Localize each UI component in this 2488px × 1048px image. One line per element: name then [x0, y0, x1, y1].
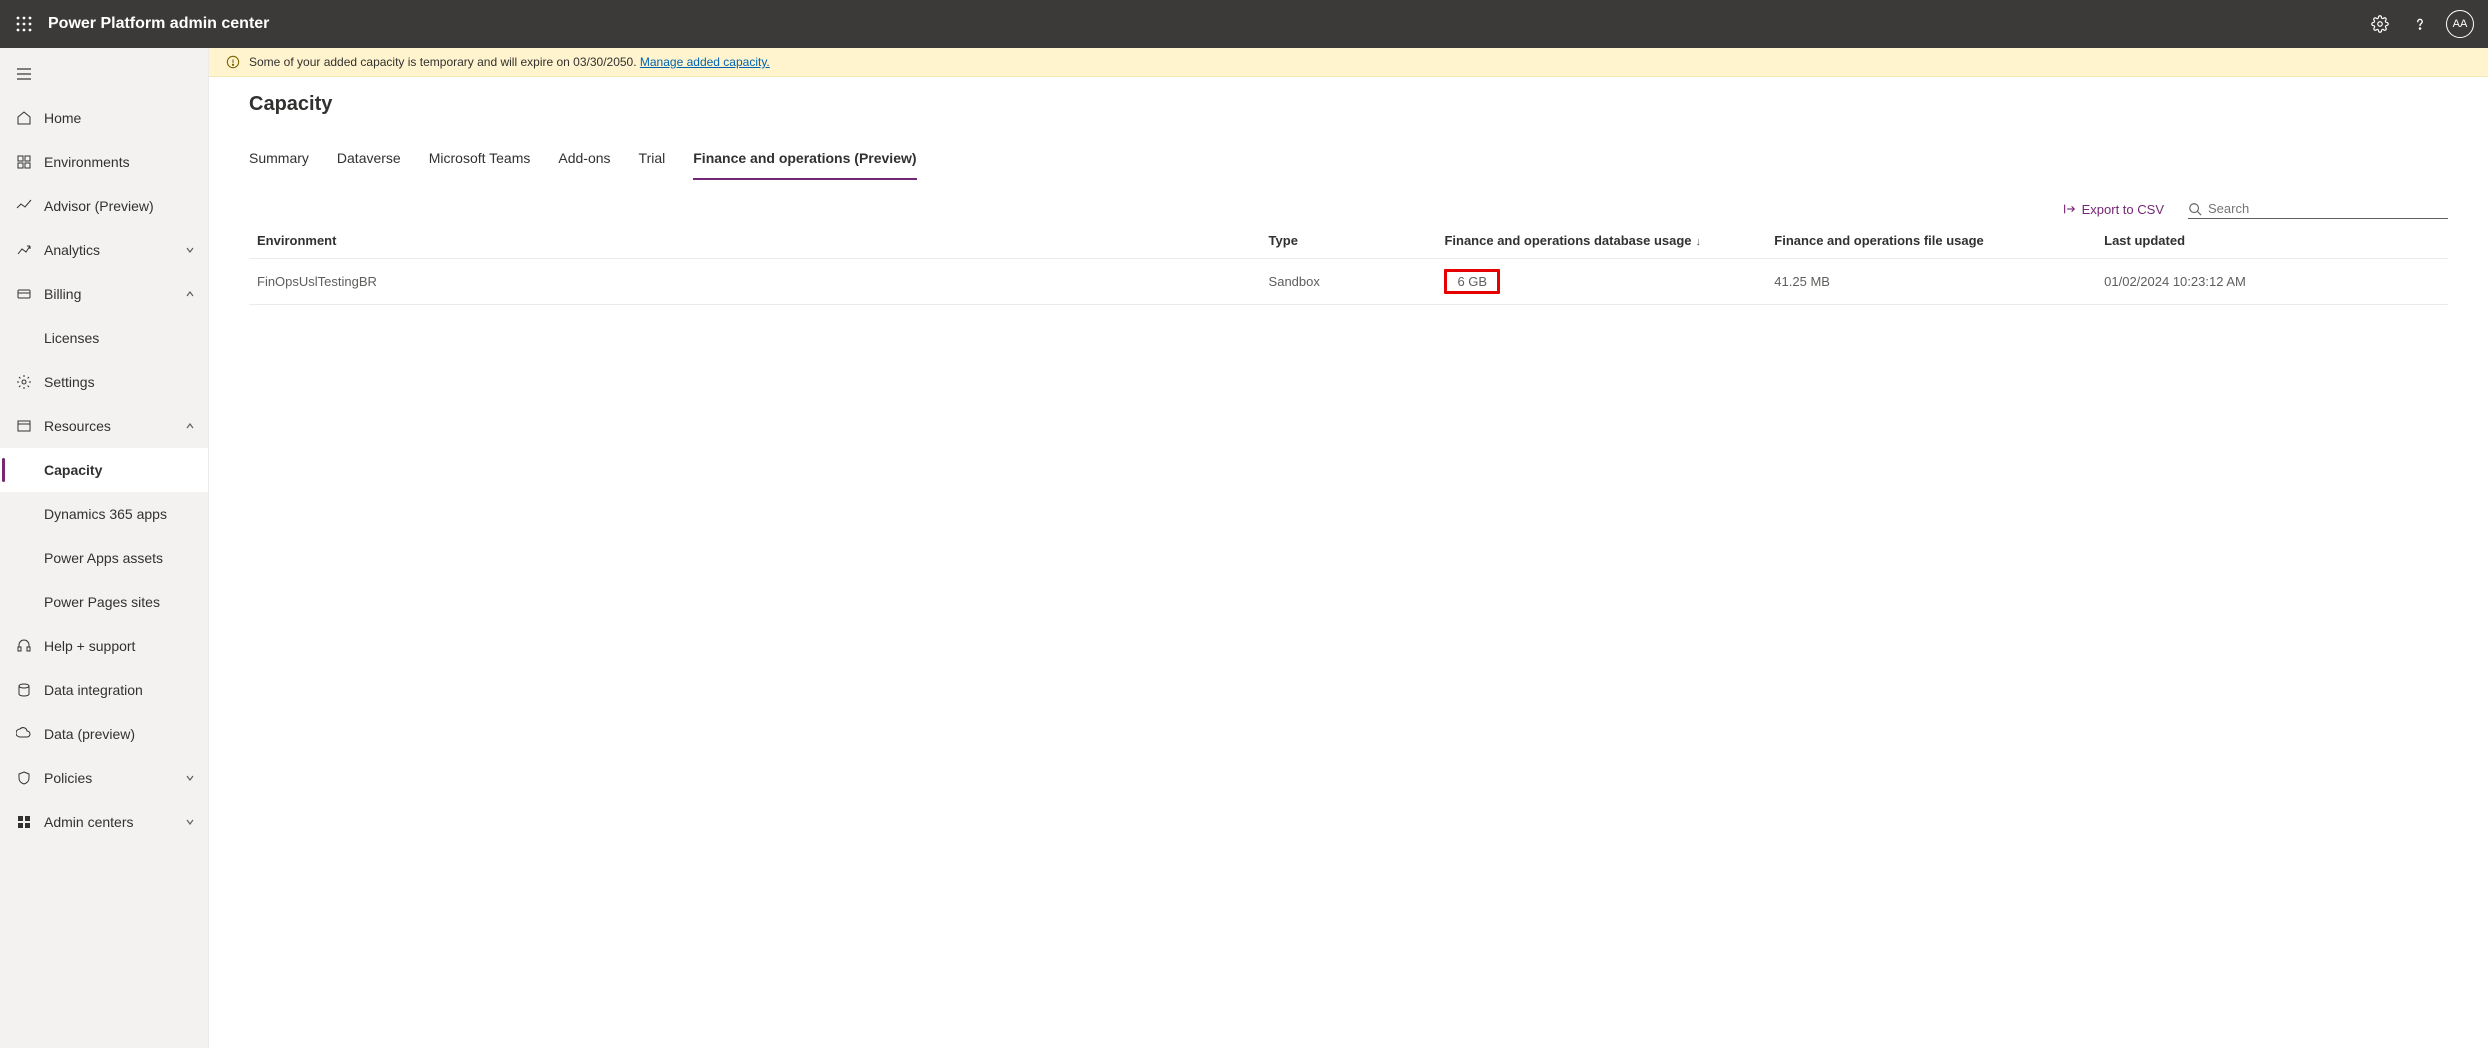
sidebar-item-label: Analytics: [44, 242, 184, 258]
export-icon: [2062, 202, 2076, 216]
col-db-usage[interactable]: Finance and operations database usage↓: [1436, 223, 1766, 259]
banner-text: Some of your added capacity is temporary…: [249, 55, 640, 69]
chevron-up-icon: [184, 288, 196, 300]
sidebar-item-label: Resources: [44, 418, 184, 434]
col-last-updated[interactable]: Last updated: [2096, 223, 2448, 259]
headset-icon: [16, 638, 32, 654]
sidebar-item-help[interactable]: Help + support: [0, 624, 208, 668]
cell-type: Sandbox: [1261, 259, 1437, 305]
sidebar-item-label: Advisor (Preview): [44, 198, 196, 214]
tabs: Summary Dataverse Microsoft Teams Add-on…: [249, 142, 2448, 181]
sidebar-item-label: Home: [44, 110, 196, 126]
chevron-up-icon: [184, 420, 196, 432]
sidebar-item-admin-centers[interactable]: Admin centers: [0, 800, 208, 844]
chevron-down-icon: [184, 772, 196, 784]
highlighted-value: 6 GB: [1444, 269, 1500, 294]
admin-centers-icon: [16, 814, 32, 830]
export-label: Export to CSV: [2082, 202, 2164, 217]
sidebar-item-label: Data integration: [44, 682, 196, 698]
tab-teams[interactable]: Microsoft Teams: [429, 142, 531, 180]
data-preview-icon: [16, 726, 32, 742]
sidebar-item-label: Licenses: [44, 330, 196, 346]
data-integration-icon: [16, 682, 32, 698]
sidebar-item-label: Help + support: [44, 638, 196, 654]
sidebar-item-label: Admin centers: [44, 814, 184, 830]
sidebar-item-policies[interactable]: Policies: [0, 756, 208, 800]
main: Some of your added capacity is temporary…: [209, 48, 2488, 1048]
search-icon: [2188, 202, 2202, 216]
sidebar-item-billing[interactable]: Billing: [0, 272, 208, 316]
page-title: Capacity: [249, 93, 2448, 116]
sidebar-item-powerapps-assets[interactable]: Power Apps assets: [0, 536, 208, 580]
sidebar-item-environments[interactable]: Environments: [0, 140, 208, 184]
col-file-usage[interactable]: Finance and operations file usage: [1766, 223, 2096, 259]
avatar-initials: AA: [2453, 18, 2468, 30]
advisor-icon: [16, 198, 32, 214]
table-row[interactable]: FinOpsUslTestingBR Sandbox 6 GB 41.25 MB…: [249, 259, 2448, 305]
sidebar-item-advisor[interactable]: Advisor (Preview): [0, 184, 208, 228]
export-csv-button[interactable]: Export to CSV: [2062, 202, 2164, 217]
warning-banner: Some of your added capacity is temporary…: [209, 48, 2488, 77]
cell-file-usage[interactable]: 41.25 MB: [1766, 259, 2096, 305]
capacity-table: Environment Type Finance and operations …: [249, 223, 2448, 305]
chevron-down-icon: [184, 816, 196, 828]
sidebar-item-home[interactable]: Home: [0, 96, 208, 140]
search-box[interactable]: [2188, 199, 2448, 219]
settings-icon[interactable]: [2360, 4, 2400, 44]
hamburger-toggle[interactable]: [0, 52, 208, 96]
cell-db-usage[interactable]: 6 GB: [1436, 259, 1766, 305]
sidebar-item-label: Policies: [44, 770, 184, 786]
banner-link[interactable]: Manage added capacity.: [640, 55, 770, 69]
sidebar: Home Environments Advisor (Preview) Anal…: [0, 48, 209, 1048]
sidebar-item-licenses[interactable]: Licenses: [0, 316, 208, 360]
sidebar-item-d365apps[interactable]: Dynamics 365 apps: [0, 492, 208, 536]
tab-summary[interactable]: Summary: [249, 142, 309, 180]
sidebar-item-label: Capacity: [44, 462, 196, 478]
billing-icon: [16, 286, 32, 302]
home-icon: [16, 110, 32, 126]
gear-icon: [16, 374, 32, 390]
hamburger-icon: [16, 66, 32, 82]
sidebar-item-label: Billing: [44, 286, 184, 302]
user-avatar[interactable]: AA: [2440, 4, 2480, 44]
sidebar-item-powerpages[interactable]: Power Pages sites: [0, 580, 208, 624]
sidebar-item-label: Power Apps assets: [44, 550, 196, 566]
sidebar-item-data-preview[interactable]: Data (preview): [0, 712, 208, 756]
tab-fno[interactable]: Finance and operations (Preview): [693, 142, 916, 180]
tab-addons[interactable]: Add-ons: [558, 142, 610, 180]
sidebar-item-data-integration[interactable]: Data integration: [0, 668, 208, 712]
analytics-icon: [16, 242, 32, 258]
resources-icon: [16, 418, 32, 434]
sidebar-item-label: Power Pages sites: [44, 594, 196, 610]
sidebar-item-analytics[interactable]: Analytics: [0, 228, 208, 272]
cell-last-updated: 01/02/2024 10:23:12 AM: [2096, 259, 2448, 305]
sidebar-item-settings[interactable]: Settings: [0, 360, 208, 404]
topbar: Power Platform admin center AA: [0, 0, 2488, 48]
search-input[interactable]: [2208, 201, 2448, 216]
environments-icon: [16, 154, 32, 170]
tab-dataverse[interactable]: Dataverse: [337, 142, 401, 180]
sidebar-item-label: Environments: [44, 154, 196, 170]
chevron-down-icon: [184, 244, 196, 256]
col-type[interactable]: Type: [1261, 223, 1437, 259]
sidebar-item-capacity[interactable]: Capacity: [0, 448, 208, 492]
sidebar-item-label: Data (preview): [44, 726, 196, 742]
sidebar-item-label: Dynamics 365 apps: [44, 506, 196, 522]
cell-environment: FinOpsUslTestingBR: [249, 259, 1261, 305]
sidebar-item-resources[interactable]: Resources: [0, 404, 208, 448]
sort-desc-icon: ↓: [1696, 236, 1702, 248]
sidebar-item-label: Settings: [44, 374, 196, 390]
app-title: Power Platform admin center: [48, 15, 269, 33]
col-environment[interactable]: Environment: [249, 223, 1261, 259]
info-icon: [225, 54, 241, 70]
help-icon[interactable]: [2400, 4, 2440, 44]
policies-icon: [16, 770, 32, 786]
app-launcher-icon[interactable]: [8, 8, 40, 40]
tab-trial[interactable]: Trial: [639, 142, 666, 180]
